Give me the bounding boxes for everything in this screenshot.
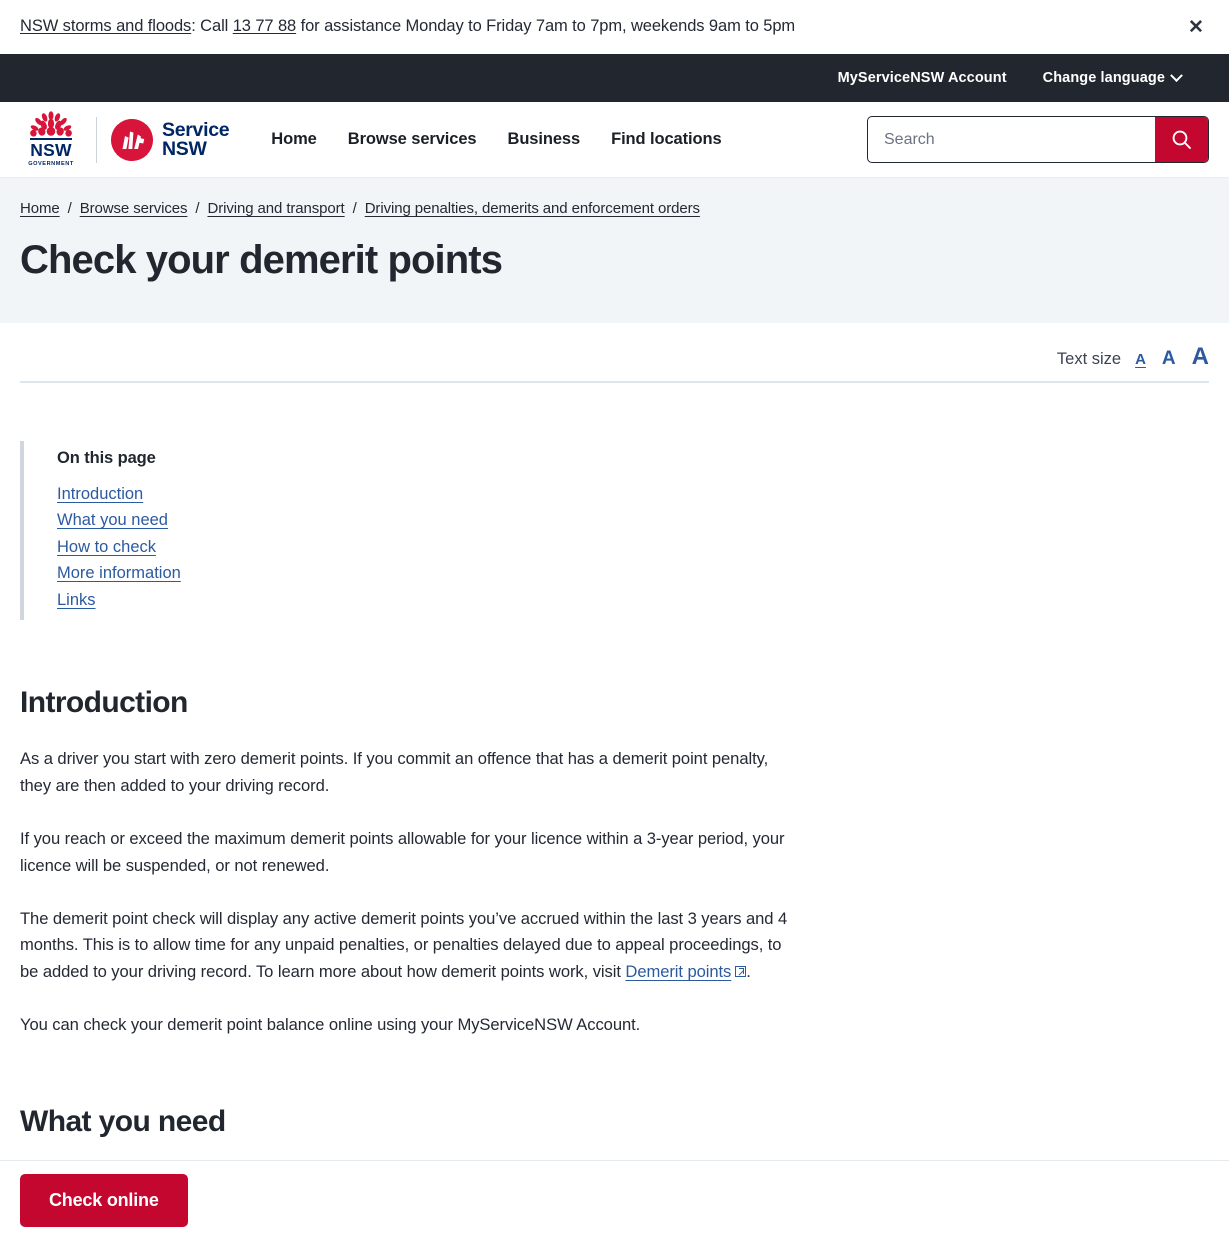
breadcrumb-separator: / [67,200,72,217]
text-size-large-button[interactable]: A [1192,345,1209,369]
external-link-icon [735,966,747,978]
myservicensw-account-link[interactable]: MyServiceNSW Account [838,70,1007,86]
introduction-heading: Introduction [20,686,188,720]
introduction-paragraph-2: If you reach or exceed the maximum demer… [20,828,785,875]
on-this-page-link-what-you-need[interactable]: What you need [57,508,168,532]
page-hero: Home / Browse services / Driving and tra… [0,178,1229,323]
breadcrumb-item-driving-penalties[interactable]: Driving penalties, demerits and enforcem… [365,200,700,217]
on-this-page-link-more-information[interactable]: More information [57,561,181,585]
account-label: MyServiceNSW Account [837,70,1007,86]
service-word-line1: Service [162,118,230,141]
breadcrumb: Home / Browse services / Driving and tra… [20,200,1209,217]
utility-bar: MyServiceNSW Account Change language [0,54,1229,102]
text-size-options: A A A [1135,345,1209,369]
breadcrumb-item-browse-services[interactable]: Browse services [80,200,188,217]
page-title: Check your demerit points [20,238,503,282]
introduction-paragraph-3: The demerit point check will display any… [20,906,792,987]
breadcrumb-item-home[interactable]: Home [20,200,60,217]
main-content: On this page Introduction What you need … [0,441,1229,1219]
logo-divider [96,116,97,163]
emergency-alert-banner: NSW storms and floods: Call 13 77 88 for… [0,0,1229,54]
government-wordmark: GOVERNMENT [28,160,74,167]
search-input[interactable] [868,117,1155,162]
alert-mid-text: : Call [191,17,233,36]
alert-tail-text: for assistance Monday to Friday 7am to 7… [296,17,796,36]
alert-link[interactable]: NSW storms and floods [20,17,191,35]
what-you-need-heading: What you need [20,1105,226,1139]
service-nsw-circle-icon [111,118,153,161]
introduction-paragraph-1: As a driver you start with zero demerit … [20,749,769,795]
text-size-label: Text size [1056,350,1122,368]
masthead: NSW GOVERNMENT Service NSW Home Browse s… [0,102,1229,178]
close-icon[interactable]: ✕ [1183,14,1209,40]
text-size-medium-button[interactable]: A [1162,349,1176,368]
on-this-page-title: On this page [57,449,156,467]
on-this-page-link-introduction[interactable]: Introduction [57,482,143,506]
nav-item-home[interactable]: Home [271,130,317,149]
nav-item-find-locations[interactable]: Find locations [611,130,722,149]
text-size-small-button[interactable]: A [1135,352,1146,367]
sticky-action-bar: Check online [0,1160,1229,1240]
breadcrumb-separator: / [195,200,200,217]
language-label: Change language [1042,70,1165,86]
introduction-paragraph-4: You can check your demerit point balance… [20,1015,641,1035]
check-online-button[interactable]: Check online [20,1174,188,1227]
nav-item-browse-services[interactable]: Browse services [348,130,477,149]
main-navigation: Home Browse services Business Find locat… [271,130,721,149]
search-bar [867,116,1209,163]
on-this-page-nav: On this page Introduction What you need … [20,441,1209,621]
chevron-down-icon [1170,68,1183,82]
nav-item-business[interactable]: Business [508,130,581,149]
text-size-control: Text size A A A [0,323,1229,369]
alert-phone-link[interactable]: 13 77 88 [233,17,297,35]
intro-p3-tail: . [746,962,751,982]
service-nsw-logo[interactable]: Service NSW [111,118,230,161]
service-nsw-wordmark: Service NSW [162,118,230,160]
service-word-line2: NSW [162,137,207,160]
horizontal-divider [20,381,1209,383]
demerit-points-link[interactable]: Demerit points [625,962,731,981]
alert-message: NSW storms and floods: Call 13 77 88 for… [20,15,795,38]
search-button[interactable] [1155,117,1208,162]
waratah-icon [30,111,72,138]
breadcrumb-item-driving-and-transport[interactable]: Driving and transport [207,200,344,217]
change-language-dropdown[interactable]: Change language [1042,68,1183,86]
on-this-page-links: Introduction What you need How to check … [57,482,1209,612]
breadcrumb-separator: / [352,200,357,217]
logo-group[interactable]: NSW GOVERNMENT Service NSW [20,111,230,167]
search-icon [1172,130,1191,149]
on-this-page-link-how-to-check[interactable]: How to check [57,535,156,559]
on-this-page-link-links[interactable]: Links [57,588,96,612]
nsw-wordmark: NSW [30,138,72,161]
nsw-government-logo[interactable]: NSW GOVERNMENT [20,111,82,167]
